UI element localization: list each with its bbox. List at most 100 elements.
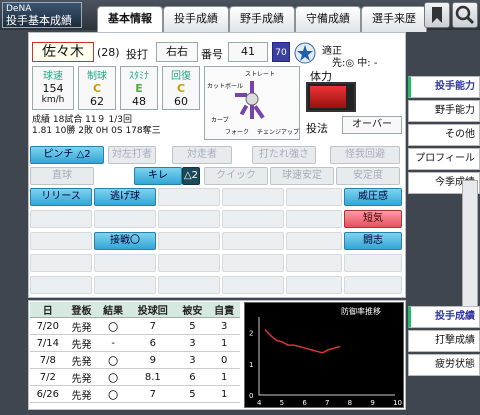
cell: 8.1	[129, 368, 177, 386]
cell: -	[97, 334, 130, 352]
ability-vs-lefty[interactable]: 対左打者	[108, 146, 156, 164]
menu-pitcher-ability[interactable]: 投手能力	[408, 76, 480, 98]
ability-resilience[interactable]: 打たれ強さ	[252, 146, 316, 164]
ability-slot-empty[interactable]	[94, 254, 156, 272]
table-row[interactable]: 7/8 先発〇 9 3 0	[30, 351, 240, 369]
ability-slot-empty[interactable]	[30, 210, 92, 228]
ability-close-game[interactable]: 接戦〇	[94, 232, 156, 250]
ability-slot-empty[interactable]	[30, 232, 92, 250]
ability-slot-empty[interactable]	[222, 232, 284, 250]
x-tick-label: 5	[280, 399, 284, 407]
era-series-line	[264, 328, 340, 354]
ability-slot-empty[interactable]	[94, 210, 156, 228]
ability-slot-empty[interactable]	[286, 188, 342, 206]
pitch-label: カットボール	[207, 83, 244, 90]
ability-slot-empty[interactable]	[158, 232, 220, 250]
ability-slot-empty[interactable]	[158, 254, 220, 272]
throws-value: 右右	[156, 42, 198, 62]
ability-speed-stable[interactable]: 球速安定	[270, 167, 334, 185]
stat-value: 60	[174, 95, 188, 108]
cell: 7	[129, 385, 177, 403]
x-tick-label: 9	[370, 399, 374, 407]
x-tick-label: 4	[257, 399, 262, 407]
table-header-row: 日 登板 結果 投球回 被安 自責	[30, 302, 240, 318]
ability-slot-empty[interactable]	[158, 188, 220, 206]
menu-fielder-ability[interactable]: 野手能力	[408, 100, 480, 122]
cell: 3	[208, 317, 240, 335]
table-row[interactable]: 7/20 先発〇 7 5 3	[30, 317, 240, 335]
cell: 7	[129, 317, 177, 335]
overall-badge: 70	[272, 42, 290, 62]
ability-slot-empty[interactable]	[286, 210, 342, 228]
style-value: オーバー	[342, 116, 402, 134]
ability-injury-avoid[interactable]: 怪我回避	[330, 146, 400, 164]
style-label: 投法	[306, 122, 328, 135]
ability-intimidation[interactable]: 威圧感	[344, 188, 402, 206]
ability-slot-empty[interactable]	[222, 254, 284, 272]
cell: 7/14	[30, 334, 66, 352]
column-header: 自責	[208, 302, 240, 318]
menu-other[interactable]: その他	[408, 124, 480, 146]
ability-label: キレ	[148, 170, 168, 181]
ability-kire[interactable]: キレ	[134, 167, 182, 185]
ability-slot-empty[interactable]	[286, 254, 342, 272]
ability-escape-ball[interactable]: 逃げ球	[94, 188, 156, 206]
pitch-label: ストレート	[245, 71, 276, 78]
tab-history[interactable]: 選手来歴	[361, 6, 427, 32]
cell: 7/20	[30, 317, 66, 335]
ability-kire-rank[interactable]: △2	[182, 167, 200, 185]
aptitude-value: 先:◎ 中: -	[332, 58, 378, 69]
ability-fastball[interactable]: 直球	[30, 167, 94, 185]
stat-label: 回復	[171, 71, 191, 82]
cell: 7/2	[30, 368, 66, 386]
cell: 1	[208, 334, 240, 352]
ability-short-temper[interactable]: 短気	[344, 210, 402, 228]
ability-fighting-spirit[interactable]: 闘志	[344, 232, 402, 250]
ability-slot-empty[interactable]	[222, 276, 284, 294]
ability-release[interactable]: リリース	[30, 188, 92, 206]
search-icon[interactable]	[452, 2, 478, 28]
cell: 先発	[65, 385, 98, 403]
tab-basic-info[interactable]: 基本情報	[97, 6, 163, 33]
ability-slot-empty[interactable]	[158, 210, 220, 228]
game-log-table: 日 登板 結果 投球回 被安 自責 7/20 先発〇 7 5 3 7/14 先発 -6 3 1 …	[30, 302, 240, 403]
ability-slot-empty[interactable]	[94, 276, 156, 294]
ability-pinch[interactable]: ピンチ △2	[30, 146, 104, 164]
ability-slot-empty[interactable]	[30, 254, 92, 272]
table-row[interactable]: 7/2 先発〇 8.1 6 1	[30, 368, 240, 386]
tab-fielding-stats[interactable]: 守備成績	[295, 6, 361, 32]
ability-slot-empty[interactable]	[30, 276, 92, 294]
menu-fatigue[interactable]: 疲労状態	[408, 354, 480, 376]
ability-slot-empty[interactable]	[158, 276, 220, 294]
x-tick-label: 6	[302, 399, 307, 407]
ability-vs-runner[interactable]: 対走者	[172, 146, 232, 164]
bookmark-icon[interactable]	[424, 2, 450, 28]
ability-stability[interactable]: 安定度	[336, 167, 400, 185]
ability-slot-empty[interactable]	[286, 232, 342, 250]
ability-slot-empty[interactable]	[344, 276, 402, 294]
chart-title: 防御率推移	[341, 307, 381, 316]
table-row[interactable]: 7/14 先発 -6 3 1	[30, 334, 240, 352]
speed-unit: km/h	[41, 95, 65, 105]
stat-grade: C	[92, 82, 102, 95]
ability-slot-empty[interactable]	[286, 276, 342, 294]
cell: 0	[208, 351, 240, 369]
tab-pitching-stats[interactable]: 投手成績	[163, 6, 229, 32]
ability-slot-empty[interactable]	[222, 188, 284, 206]
uniform-number: 41	[228, 42, 268, 62]
y-tick-label: 2	[249, 330, 253, 338]
menu-profile[interactable]: プロフィール	[408, 148, 480, 170]
menu-batting-stats[interactable]: 打撃成績	[408, 330, 480, 352]
menu-pitching-stats[interactable]: 投手成績	[408, 306, 480, 328]
cell: 先発	[65, 334, 98, 352]
ability-slot-empty[interactable]	[222, 210, 284, 228]
tab-batting-stats[interactable]: 野手成績	[229, 6, 295, 32]
stamina-gauge	[306, 82, 356, 112]
table-row[interactable]: 6/26 先発〇 7 5 1	[30, 385, 240, 403]
ability-quick[interactable]: クイック	[204, 167, 268, 185]
stat-value: 154	[42, 82, 64, 95]
team-emblem-icon	[294, 42, 316, 64]
ability-slot-empty[interactable]	[344, 254, 402, 272]
scrollbar[interactable]	[462, 180, 478, 310]
column-header: 投球回	[129, 302, 177, 318]
